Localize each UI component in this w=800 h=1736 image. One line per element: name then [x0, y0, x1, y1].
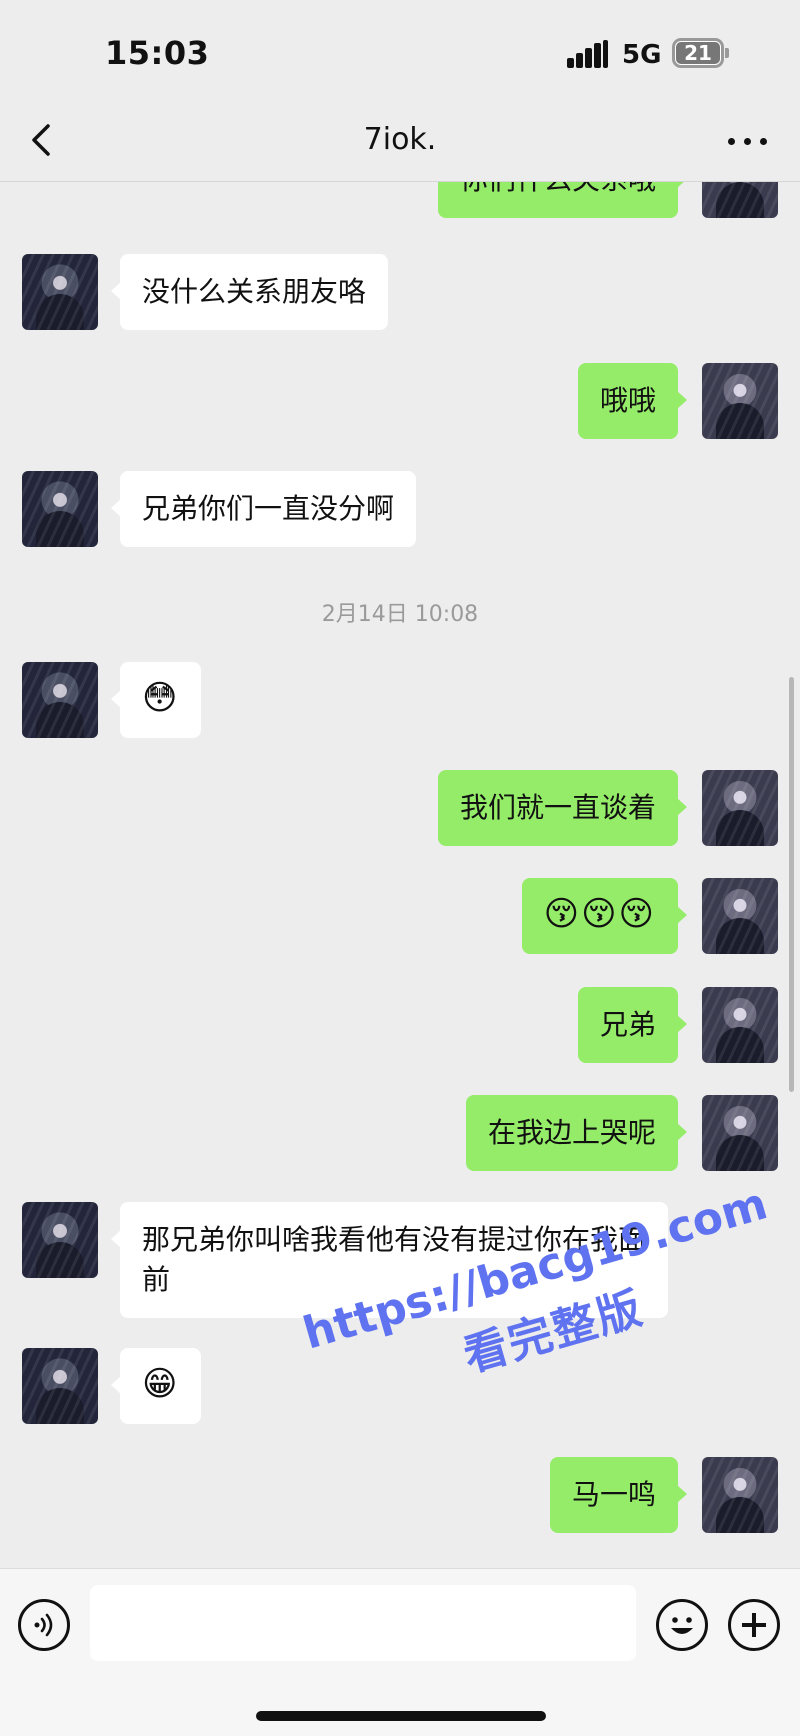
- more-button[interactable]: [726, 124, 770, 158]
- message-bubble[interactable]: 你们什么关系哦: [437, 182, 688, 218]
- avatar[interactable]: [702, 770, 778, 846]
- status-time: 15:03: [105, 34, 210, 72]
- avatar[interactable]: [702, 878, 778, 954]
- message-input[interactable]: [90, 1585, 636, 1661]
- avatar[interactable]: [702, 182, 778, 218]
- avatar[interactable]: [702, 1457, 778, 1533]
- message-list[interactable]: 你们什么关系哦 没什么关系朋友咯 哦哦 兄弟你们一直没分啊 2月14日 10:0…: [0, 182, 800, 1568]
- timestamp: 2月14日 10:08: [321, 602, 479, 627]
- emoji-message[interactable]: 😁: [110, 1348, 202, 1424]
- signal-icon: [567, 40, 609, 68]
- scroll-indicator[interactable]: [789, 677, 794, 1092]
- avatar[interactable]: [22, 1348, 98, 1424]
- avatar[interactable]: [22, 254, 98, 330]
- back-button[interactable]: [22, 118, 66, 162]
- more-icon: [728, 138, 735, 145]
- battery-level: 21: [676, 42, 720, 64]
- network-label: 5G: [622, 40, 662, 70]
- nav-bar: 7iok.: [0, 100, 800, 182]
- back-icon: [32, 124, 50, 156]
- message-bubble[interactable]: 哦哦: [577, 363, 688, 439]
- plus-button[interactable]: [728, 1599, 780, 1651]
- emoji-button[interactable]: [656, 1599, 708, 1651]
- input-bar: [0, 1568, 800, 1736]
- message-bubble[interactable]: 在我边上哭呢: [465, 1095, 688, 1171]
- avatar[interactable]: [702, 1095, 778, 1171]
- message-bubble[interactable]: 兄弟你们一直没分啊: [110, 471, 417, 547]
- message-bubble[interactable]: 兄弟: [577, 987, 688, 1063]
- message-bubble[interactable]: 那兄弟你叫啥我看他有没有提过你在我面前: [111, 1202, 668, 1318]
- message-bubble[interactable]: 我们就一直谈着: [437, 770, 688, 846]
- avatar[interactable]: [702, 363, 778, 439]
- avatar[interactable]: [702, 987, 778, 1063]
- emoji-icon: [671, 1617, 693, 1634]
- avatar[interactable]: [22, 1202, 98, 1278]
- voice-button[interactable]: [18, 1599, 70, 1651]
- status-bar: 15:03 5G 21: [0, 0, 800, 100]
- emoji-message[interactable]: 😚😚😚: [521, 878, 688, 954]
- avatar[interactable]: [22, 471, 98, 547]
- avatar[interactable]: [22, 662, 98, 738]
- message-bubble[interactable]: 没什么关系朋友咯: [110, 254, 389, 330]
- voice-icon: [34, 1613, 53, 1637]
- message-bubble[interactable]: 马一鸣: [549, 1457, 688, 1533]
- battery-icon: 21: [672, 38, 729, 68]
- emoji-message[interactable]: 😳: [110, 662, 202, 738]
- chat-title: 7iok.: [363, 122, 437, 157]
- home-indicator: [256, 1711, 546, 1721]
